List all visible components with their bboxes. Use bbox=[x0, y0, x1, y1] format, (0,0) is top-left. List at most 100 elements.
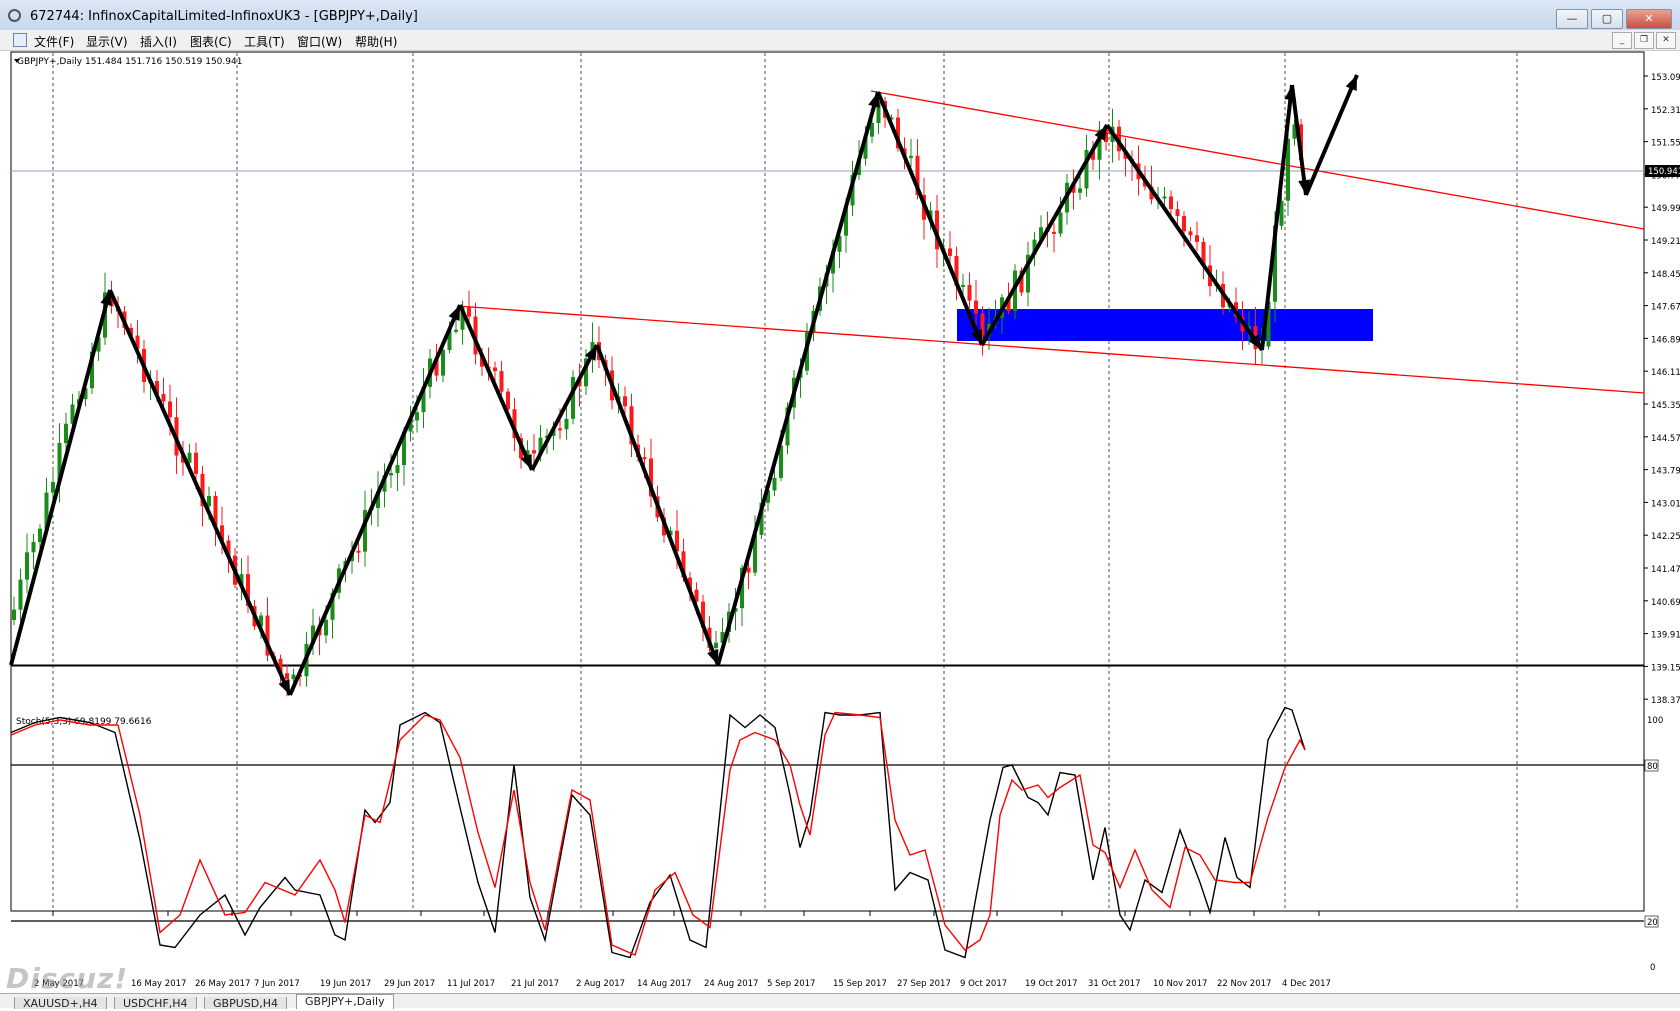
mdi-minimize-button[interactable]: _ bbox=[1612, 32, 1632, 49]
candle-body bbox=[493, 367, 497, 372]
candle-body bbox=[772, 477, 777, 491]
window-title: 672744: InfinoxCapitalLimited-InfinoxUK3… bbox=[30, 9, 418, 24]
candle-body bbox=[38, 528, 42, 542]
date-tick-label: 27 Sep 2017 bbox=[897, 979, 951, 989]
price-tick-label: 139.150 bbox=[1651, 663, 1680, 673]
tab-gbpusd[interactable]: GBPUSD,H4 bbox=[204, 997, 287, 1010]
stoch-axis-100: 100 bbox=[1647, 716, 1663, 726]
menu-window[interactable]: 窗口(W) bbox=[297, 33, 342, 50]
chart-tabs: XAUUSD+,H4 USDCHF,H4 GBPUSD,H4 GBPJPY+,D… bbox=[0, 993, 1680, 1010]
candle-body bbox=[1162, 196, 1167, 199]
candle-body bbox=[974, 300, 978, 314]
date-tick-label: 21 Jul 2017 bbox=[511, 979, 559, 989]
close-button[interactable]: ✕ bbox=[1626, 9, 1672, 29]
minimize-button[interactable]: — bbox=[1556, 9, 1588, 29]
menu-help[interactable]: 帮助(H) bbox=[355, 33, 397, 50]
candle-body bbox=[161, 394, 166, 402]
demand-zone bbox=[957, 309, 1373, 341]
price-tick-label: 143.010 bbox=[1651, 499, 1680, 509]
candle-body bbox=[506, 391, 510, 410]
stoch-axis-0: 0 bbox=[1650, 963, 1655, 973]
candle-body bbox=[64, 423, 68, 444]
menu-bar: 文件(F) 显示(V) 插入(I) 图表(C) 工具(T) 窗口(W) 帮助(H… bbox=[0, 30, 1680, 51]
date-tick-label: 16 May 2017 bbox=[131, 979, 186, 989]
menu-tools[interactable]: 工具(T) bbox=[244, 33, 285, 50]
candle-body bbox=[356, 550, 361, 553]
candle-body bbox=[324, 619, 328, 636]
candle-body bbox=[961, 284, 965, 287]
price-tick-label: 140.690 bbox=[1651, 598, 1680, 608]
candle-body bbox=[291, 674, 296, 680]
menu-charts[interactable]: 图表(C) bbox=[190, 33, 232, 50]
candle-body bbox=[642, 457, 647, 460]
date-tick-label: 14 Aug 2017 bbox=[637, 979, 691, 989]
mdi-controls: _ ❐ ✕ bbox=[1612, 32, 1676, 49]
candle-body bbox=[1188, 231, 1193, 236]
date-tick-label: 26 May 2017 bbox=[195, 979, 250, 989]
maximize-button[interactable]: ▢ bbox=[1591, 9, 1623, 29]
current-price-label: 150.941 bbox=[1648, 167, 1680, 177]
mdi-close-button[interactable]: ✕ bbox=[1656, 32, 1676, 49]
date-tick-label: 5 Sep 2017 bbox=[767, 979, 815, 989]
candle-body bbox=[1195, 235, 1199, 242]
date-tick-label: 19 Jun 2017 bbox=[320, 979, 371, 989]
candle-body bbox=[1175, 209, 1180, 217]
price-chart[interactable]: GBPJPY+,Daily 151.484 151.716 150.519 15… bbox=[0, 51, 1680, 1007]
candle-body bbox=[746, 567, 751, 573]
main-chart-frame bbox=[10, 51, 1645, 666]
candle-body bbox=[1169, 196, 1173, 210]
candle-body bbox=[909, 155, 913, 158]
candle-body bbox=[194, 452, 198, 474]
watermark: Discuz! bbox=[6, 962, 129, 995]
date-tick-label: 29 Jun 2017 bbox=[384, 979, 435, 989]
price-tick-label: 149.990 bbox=[1651, 204, 1680, 214]
candle-body bbox=[18, 579, 23, 610]
date-axis: 2 May 2017 16 May 2017 26 May 2017 7 Jun 20… bbox=[34, 911, 1331, 989]
tab-xauusd[interactable]: XAUUSD+,H4 bbox=[14, 997, 107, 1010]
candle-body bbox=[499, 371, 504, 392]
date-tick-label: 4 Dec 2017 bbox=[1282, 979, 1331, 989]
menu-insert[interactable]: 插入(I) bbox=[140, 33, 177, 50]
price-tick-label: 152.310 bbox=[1651, 106, 1680, 116]
chart-window[interactable]: GBPJPY+,Daily 151.484 151.716 150.519 15… bbox=[0, 51, 1680, 1007]
date-tick-label: 19 Oct 2017 bbox=[1025, 979, 1078, 989]
mdi-restore-button[interactable]: ❐ bbox=[1634, 32, 1654, 49]
date-tick-label: 2 Aug 2017 bbox=[576, 979, 625, 989]
price-tick-label: 138.370 bbox=[1651, 696, 1680, 706]
price-tick-label: 146.110 bbox=[1651, 368, 1680, 378]
price-tick-label: 141.470 bbox=[1651, 565, 1680, 575]
candle-body bbox=[25, 552, 29, 580]
date-tick-label: 31 Oct 2017 bbox=[1088, 979, 1141, 989]
tab-usdchf[interactable]: USDCHF,H4 bbox=[114, 997, 197, 1010]
indicator-frame bbox=[10, 665, 1645, 912]
candle-body bbox=[623, 396, 627, 407]
price-tick-label: 139.910 bbox=[1651, 631, 1680, 641]
stoch-axis-20: 20 bbox=[1647, 918, 1658, 928]
window-controls: — ▢ ✕ bbox=[1556, 9, 1672, 29]
candle-body bbox=[1078, 188, 1082, 193]
menu-view[interactable]: 显示(V) bbox=[86, 33, 128, 50]
candle-body bbox=[285, 673, 289, 680]
candle-body bbox=[454, 329, 458, 332]
date-tick-label: 24 Aug 2017 bbox=[704, 979, 758, 989]
menu-file[interactable]: 文件(F) bbox=[34, 33, 74, 50]
price-tick-label: 149.210 bbox=[1651, 237, 1680, 247]
candle-body bbox=[1182, 216, 1186, 232]
price-tick-label: 147.670 bbox=[1651, 303, 1680, 313]
candle-body bbox=[168, 401, 172, 418]
candle-body bbox=[1052, 231, 1056, 234]
candle-body bbox=[558, 428, 562, 431]
date-tick-label: 11 Jul 2017 bbox=[447, 979, 495, 989]
candle-body bbox=[51, 482, 55, 493]
candle-body bbox=[395, 465, 400, 474]
candle-body bbox=[415, 412, 419, 421]
candle-body bbox=[564, 418, 569, 430]
candle-body bbox=[532, 450, 536, 454]
candle-body bbox=[441, 350, 445, 376]
date-tick-label: 15 Sep 2017 bbox=[833, 979, 887, 989]
date-tick-label: 22 Nov 2017 bbox=[1217, 979, 1271, 989]
candle-body bbox=[389, 473, 393, 476]
chart-symbol-info: GBPJPY+,Daily 151.484 151.716 150.519 15… bbox=[17, 57, 242, 67]
price-tick-label: 143.790 bbox=[1651, 467, 1680, 477]
chart-window-icon[interactable] bbox=[13, 33, 27, 47]
